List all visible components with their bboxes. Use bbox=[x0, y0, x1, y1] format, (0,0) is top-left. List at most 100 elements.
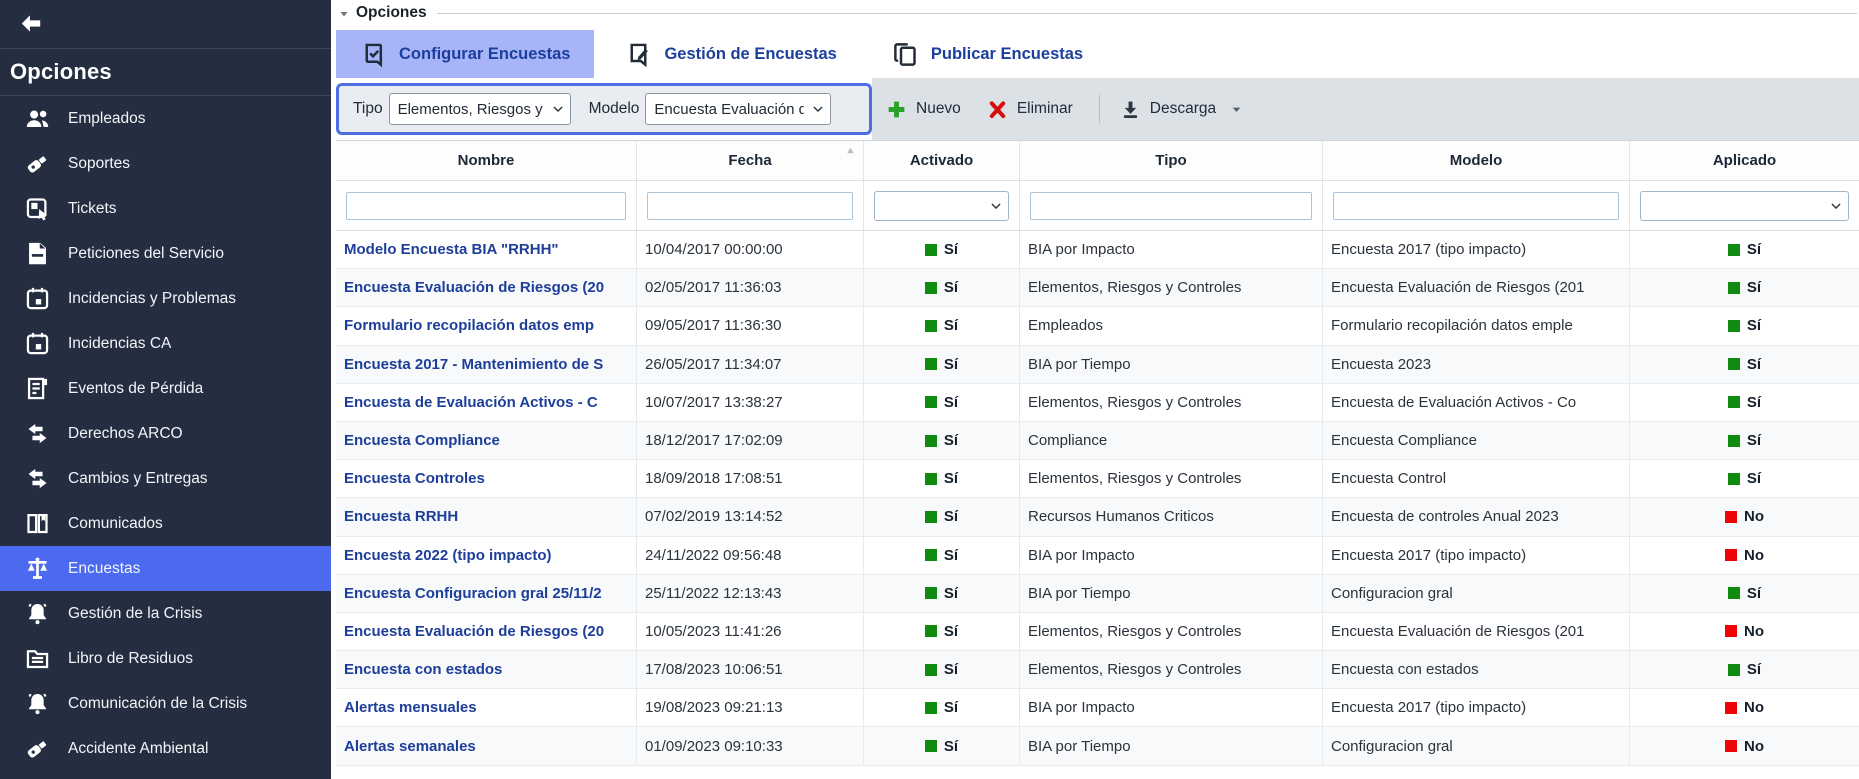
survey-name-link[interactable]: Encuesta 2017 - Mantenimiento de S bbox=[344, 356, 603, 373]
legend-title: Opciones bbox=[356, 4, 427, 22]
table-row[interactable]: Formulario recopilación datos emp09/05/2… bbox=[336, 307, 1859, 345]
cell-modelo: Encuesta 2017 (tipo impacto) bbox=[1323, 537, 1630, 574]
nuevo-button[interactable]: Nuevo bbox=[886, 99, 961, 120]
green-square-icon bbox=[925, 435, 937, 447]
survey-name-link[interactable]: Encuesta Evaluación de Riesgos (20 bbox=[344, 623, 604, 640]
sidebar-item-label: Incidencias y Problemas bbox=[68, 290, 236, 308]
cell-nombre: Alertas semanales bbox=[336, 727, 637, 764]
sidebar-item-label: Cambios y Entregas bbox=[68, 470, 208, 488]
sidebar-item-empleados[interactable]: Empleados bbox=[0, 96, 331, 141]
cell-activado: Sí bbox=[864, 575, 1020, 612]
filter-input-tipo[interactable] bbox=[1030, 192, 1312, 220]
activado-status: Sí bbox=[925, 317, 958, 334]
eliminar-button[interactable]: Eliminar bbox=[987, 99, 1073, 120]
cell-fecha: 19/08/2023 09:21:13 bbox=[637, 689, 864, 726]
column-header-modelo[interactable]: Modelo bbox=[1323, 141, 1630, 180]
cell-nombre: Encuesta Compliance bbox=[336, 422, 637, 459]
table-row[interactable]: Encuesta Evaluación de Riesgos (2010/05/… bbox=[336, 613, 1859, 651]
filter-select-activado[interactable] bbox=[874, 191, 1009, 221]
bookmark-edit-icon bbox=[625, 41, 652, 68]
cell-aplicado: No bbox=[1630, 613, 1859, 650]
tipo-select[interactable]: Elementos, Riesgos y Controles bbox=[389, 93, 571, 125]
survey-name-link[interactable]: Encuesta con estados bbox=[344, 661, 502, 678]
cell-tipo: BIA por Tiempo bbox=[1020, 727, 1323, 764]
sidebar-item-eventos-de-perdida[interactable]: Eventos de Pérdida bbox=[0, 366, 331, 411]
sidebar-item-label: Libro de Residuos bbox=[68, 650, 193, 668]
table-row[interactable]: Encuesta 2017 - Mantenimiento de S26/05/… bbox=[336, 346, 1859, 384]
cell-aplicado: Sí bbox=[1630, 269, 1859, 306]
sidebar-item-label: Eventos de Pérdida bbox=[68, 380, 203, 398]
green-square-icon bbox=[1728, 587, 1740, 599]
table-row[interactable]: Encuesta de Evaluación Activos - C10/07/… bbox=[336, 384, 1859, 422]
sidebar-item-derechos-arco[interactable]: Derechos ARCO bbox=[0, 411, 331, 456]
sidebar-item-gestion-de-la-crisis[interactable]: Gestión de la Crisis bbox=[0, 591, 331, 636]
column-header-aplicado[interactable]: Aplicado bbox=[1630, 141, 1859, 180]
sidebar-item-peticiones-del-servicio[interactable]: Peticiones del Servicio bbox=[0, 231, 331, 276]
filter-input-nombre[interactable] bbox=[346, 192, 626, 220]
tab-publicar-encuestas[interactable]: Publicar Encuestas bbox=[868, 30, 1107, 78]
column-header-tipo[interactable]: Tipo bbox=[1020, 141, 1323, 180]
sidebar-item-incidencias-ca[interactable]: Incidencias CA bbox=[0, 321, 331, 366]
table-row[interactable]: Encuesta Evaluación de Riesgos (2002/05/… bbox=[336, 269, 1859, 307]
table-row[interactable]: Modelo Encuesta BIA "RRHH"10/04/2017 00:… bbox=[336, 231, 1859, 269]
survey-name-link[interactable]: Encuesta de Evaluación Activos - C bbox=[344, 394, 598, 411]
survey-name-link[interactable]: Encuesta 2022 (tipo impacto) bbox=[344, 547, 552, 564]
survey-name-link[interactable]: Encuesta Evaluación de Riesgos (20 bbox=[344, 279, 604, 296]
tab-configurar-encuestas[interactable]: Configurar Encuestas bbox=[336, 30, 594, 78]
collapse-caret-icon[interactable] bbox=[338, 7, 350, 19]
activado-status: Sí bbox=[925, 508, 958, 525]
cell-nombre: Encuesta con estados bbox=[336, 651, 637, 688]
table-row[interactable]: Encuesta Configuracion gral 25/11/225/11… bbox=[336, 575, 1859, 613]
descarga-button[interactable]: Descarga bbox=[1120, 99, 1244, 120]
table-row[interactable]: Alertas semanales01/09/2023 09:10:33SíBI… bbox=[336, 727, 1859, 765]
survey-name-link[interactable]: Encuesta Compliance bbox=[344, 432, 500, 449]
table-row[interactable]: Encuesta Controles18/09/2018 17:08:51SíE… bbox=[336, 460, 1859, 498]
cell-tipo: Empleados bbox=[1020, 307, 1323, 344]
caret-down-icon[interactable] bbox=[1229, 102, 1244, 117]
tab-gestion-de-encuestas[interactable]: Gestión de Encuestas bbox=[601, 30, 860, 78]
sidebar-item-cambios-y-entregas[interactable]: Cambios y Entregas bbox=[0, 456, 331, 501]
green-square-icon bbox=[925, 549, 937, 561]
filter-cell-aplicado bbox=[1630, 181, 1859, 230]
column-header-activado[interactable]: Activado bbox=[864, 141, 1020, 180]
plus-icon bbox=[886, 99, 907, 120]
sidebar-item-comunicados[interactable]: Comunicados bbox=[0, 501, 331, 546]
column-header-nombre[interactable]: Nombre bbox=[336, 141, 637, 180]
calendar-icon bbox=[24, 330, 51, 357]
calendar-icon bbox=[24, 285, 51, 312]
sidebar-item-soportes[interactable]: Soportes bbox=[0, 141, 331, 186]
survey-name-link[interactable]: Modelo Encuesta BIA "RRHH" bbox=[344, 241, 559, 258]
sidebar-item-encuestas[interactable]: Encuestas bbox=[0, 546, 331, 591]
sidebar-item-label: Incidencias CA bbox=[68, 335, 171, 353]
modelo-select[interactable]: Encuesta Evaluación de Riesgos bbox=[645, 93, 831, 125]
table-row[interactable]: Encuesta Compliance18/12/2017 17:02:09Sí… bbox=[336, 422, 1859, 460]
column-header-fecha[interactable]: Fecha bbox=[637, 141, 864, 180]
green-square-icon bbox=[1728, 244, 1740, 256]
cell-tipo: BIA por Tiempo bbox=[1020, 575, 1323, 612]
table-row[interactable]: Encuesta con estados17/08/2023 10:06:51S… bbox=[336, 651, 1859, 689]
back-arrow-icon[interactable] bbox=[16, 11, 46, 37]
sidebar-item-tickets[interactable]: Tickets bbox=[0, 186, 331, 231]
table-row[interactable]: Encuesta 2022 (tipo impacto)24/11/2022 0… bbox=[336, 537, 1859, 575]
survey-name-link[interactable]: Formulario recopilación datos emp bbox=[344, 317, 594, 334]
survey-name-link[interactable]: Encuesta RRHH bbox=[344, 508, 458, 525]
survey-name-link[interactable]: Encuesta Configuracion gral 25/11/2 bbox=[344, 585, 602, 602]
survey-name-link[interactable]: Alertas mensuales bbox=[344, 699, 477, 716]
sidebar-item-incidencias-y-problemas[interactable]: Incidencias y Problemas bbox=[0, 276, 331, 321]
cell-modelo: Encuesta 2017 (tipo impacto) bbox=[1323, 689, 1630, 726]
table-row[interactable]: Alertas mensuales19/08/2023 09:21:13SíBI… bbox=[336, 689, 1859, 727]
filter-input-modelo[interactable] bbox=[1333, 192, 1619, 220]
sidebar-item-accidente-ambiental[interactable]: Accidente Ambiental bbox=[0, 726, 331, 771]
filter-input-fecha[interactable] bbox=[647, 192, 853, 220]
sidebar-header bbox=[0, 0, 331, 49]
table-row[interactable]: Encuesta RRHH07/02/2019 13:14:52SíRecurs… bbox=[336, 498, 1859, 536]
cell-modelo: Configuracion gral bbox=[1323, 575, 1630, 612]
sidebar-item-comunicacion-de-la-crisis[interactable]: Comunicación de la Crisis bbox=[0, 681, 331, 726]
survey-name-link[interactable]: Alertas semanales bbox=[344, 738, 476, 755]
green-square-icon bbox=[1728, 435, 1740, 447]
filter-select-aplicado[interactable] bbox=[1640, 191, 1849, 221]
sidebar-item-libro-de-residuos[interactable]: Libro de Residuos bbox=[0, 636, 331, 681]
green-square-icon bbox=[925, 702, 937, 714]
survey-name-link[interactable]: Encuesta Controles bbox=[344, 470, 485, 487]
cell-aplicado: Sí bbox=[1630, 384, 1859, 421]
